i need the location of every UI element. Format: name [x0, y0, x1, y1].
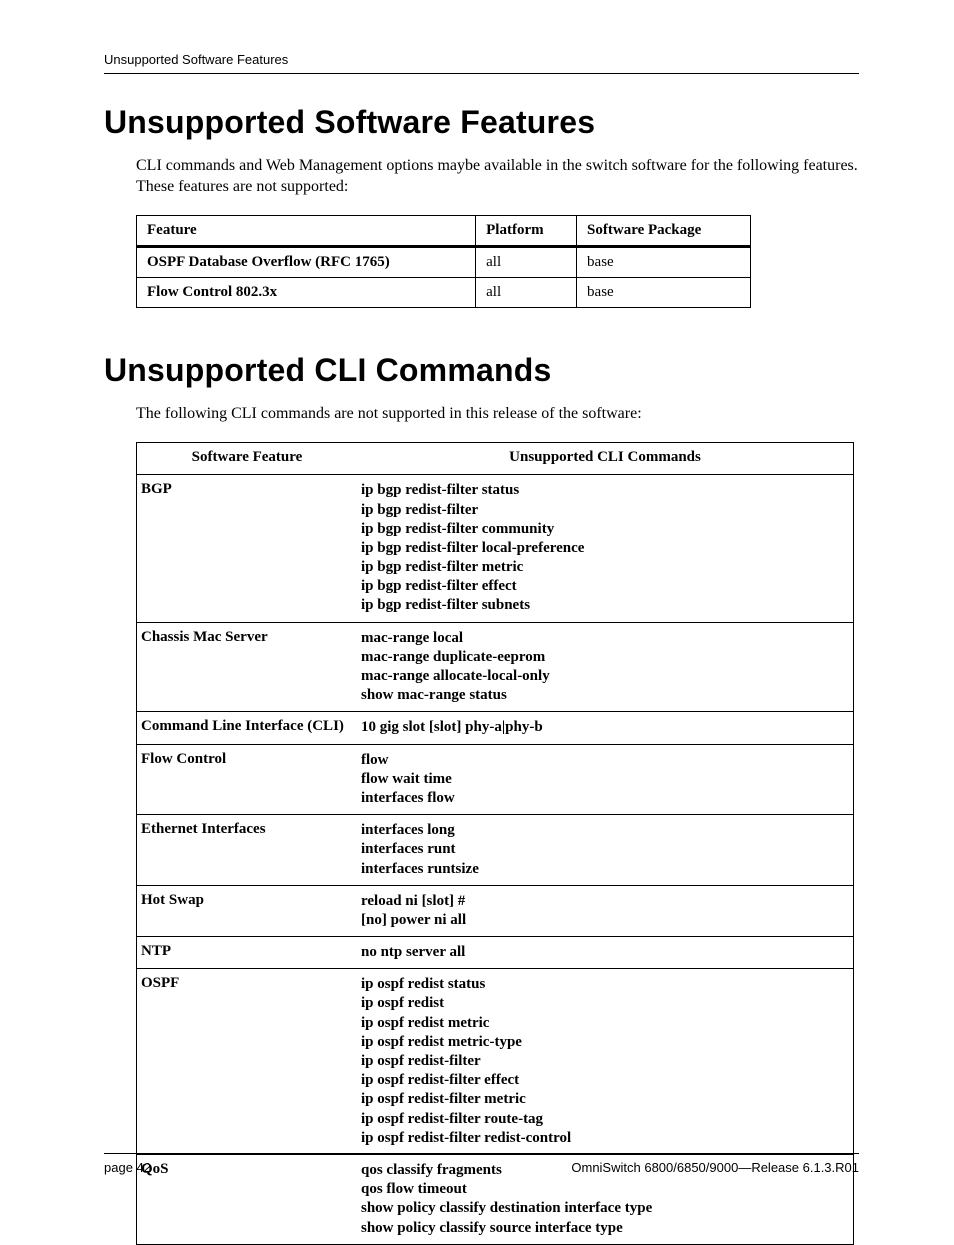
cli-command: 10 gig slot [slot] phy-a|phy-b	[361, 718, 849, 737]
cell-package: base	[577, 278, 751, 308]
cell-software-feature: BGP	[137, 475, 357, 622]
cli-command: interfaces flow	[361, 789, 849, 808]
table-row: Ethernet Interfacesinterfaces longinterf…	[137, 815, 853, 886]
table-header-row: Feature Platform Software Package	[137, 216, 751, 247]
cli-command: show policy classify destination interfa…	[361, 1199, 849, 1218]
table-row: Flow Control 802.3x all base	[137, 278, 751, 308]
cli-command: ip ospf redist-filter route-tag	[361, 1110, 849, 1129]
th-feature: Feature	[137, 216, 476, 247]
cell-cli-commands: 10 gig slot [slot] phy-a|phy-b	[357, 712, 853, 744]
cell-package: base	[577, 247, 751, 278]
features-table: Feature Platform Software Package OSPF D…	[136, 215, 751, 308]
header-rule	[104, 73, 859, 74]
section2-title: Unsupported CLI Commands	[104, 352, 859, 389]
cli-command: ip bgp redist-filter	[361, 501, 849, 520]
table-header-row: Software Feature Unsupported CLI Command…	[137, 443, 853, 475]
table-row: BGPip bgp redist-filter statusip bgp red…	[137, 475, 853, 622]
cli-command: mac-range allocate-local-only	[361, 667, 849, 686]
cli-command: ip ospf redist-filter effect	[361, 1071, 849, 1090]
th-package: Software Package	[577, 216, 751, 247]
cell-cli-commands: mac-range localmac-range duplicate-eepro…	[357, 622, 853, 712]
table-row: Chassis Mac Servermac-range localmac-ran…	[137, 622, 853, 712]
table-row: Hot Swapreload ni [slot] #[no] power ni …	[137, 885, 853, 936]
cli-command: ip bgp redist-filter subnets	[361, 596, 849, 615]
cli-command: ip ospf redist metric-type	[361, 1033, 849, 1052]
cli-command: ip ospf redist-filter redist-control	[361, 1129, 849, 1148]
table-row: OSPFip ospf redist statusip ospf redisti…	[137, 969, 853, 1155]
footer-rule	[104, 1153, 859, 1154]
cli-command: interfaces long	[361, 821, 849, 840]
cell-feature: Flow Control 802.3x	[137, 278, 476, 308]
cell-software-feature: Command Line Interface (CLI)	[137, 712, 357, 744]
cell-cli-commands: no ntp server all	[357, 937, 853, 969]
table-row: Flow Controlflowflow wait timeinterfaces…	[137, 744, 853, 815]
cell-cli-commands: flowflow wait timeinterfaces flow	[357, 744, 853, 815]
cell-cli-commands: reload ni [slot] #[no] power ni all	[357, 885, 853, 936]
cli-command: qos flow timeout	[361, 1180, 849, 1199]
page-footer: page 42 OmniSwitch 6800/6850/9000—Releas…	[104, 1153, 859, 1175]
page: Unsupported Software Features Unsupporte…	[0, 0, 954, 1235]
cli-command: no ntp server all	[361, 943, 849, 962]
cli-command: flow	[361, 751, 849, 770]
section1-title: Unsupported Software Features	[104, 104, 859, 141]
cell-cli-commands: ip ospf redist statusip ospf redistip os…	[357, 969, 853, 1155]
cli-command: interfaces runtsize	[361, 860, 849, 879]
cli-command: ip ospf redist-filter metric	[361, 1090, 849, 1109]
cell-cli-commands: interfaces longinterfaces runtinterfaces…	[357, 815, 853, 886]
cell-software-feature: OSPF	[137, 969, 357, 1155]
cli-command: ip bgp redist-filter local-preference	[361, 539, 849, 558]
footer-product-release: OmniSwitch 6800/6850/9000—Release 6.1.3.…	[571, 1160, 859, 1175]
cli-command: reload ni [slot] #	[361, 892, 849, 911]
cli-command: ip bgp redist-filter metric	[361, 558, 849, 577]
cell-feature: OSPF Database Overflow (RFC 1765)	[137, 247, 476, 278]
cli-table-wrap: Software Feature Unsupported CLI Command…	[136, 442, 854, 1244]
cli-command: mac-range local	[361, 629, 849, 648]
cell-platform: all	[476, 278, 577, 308]
th-unsupported-cmds: Unsupported CLI Commands	[357, 443, 853, 475]
footer-row: page 42 OmniSwitch 6800/6850/9000—Releas…	[104, 1160, 859, 1175]
running-head: Unsupported Software Features	[104, 52, 859, 67]
section2-intro: The following CLI commands are not suppo…	[136, 403, 859, 424]
cell-cli-commands: ip bgp redist-filter statusip bgp redist…	[357, 475, 853, 622]
cli-command: ip bgp redist-filter status	[361, 481, 849, 500]
cell-software-feature: Hot Swap	[137, 885, 357, 936]
cell-platform: all	[476, 247, 577, 278]
cli-command: ip bgp redist-filter community	[361, 520, 849, 539]
cli-command: ip ospf redist-filter	[361, 1052, 849, 1071]
cli-command: interfaces runt	[361, 840, 849, 859]
footer-page-number: page 42	[104, 1160, 151, 1175]
cell-software-feature: NTP	[137, 937, 357, 969]
table-row: NTPno ntp server all	[137, 937, 853, 969]
cli-command: ip ospf redist status	[361, 975, 849, 994]
cell-software-feature: Chassis Mac Server	[137, 622, 357, 712]
cli-command: [no] power ni all	[361, 911, 849, 930]
table-row: Command Line Interface (CLI)10 gig slot …	[137, 712, 853, 744]
th-platform: Platform	[476, 216, 577, 247]
cli-command: ip ospf redist	[361, 994, 849, 1013]
cli-command: flow wait time	[361, 770, 849, 789]
th-software-feature: Software Feature	[137, 443, 357, 475]
table-row: OSPF Database Overflow (RFC 1765) all ba…	[137, 247, 751, 278]
cli-command: show mac-range status	[361, 686, 849, 705]
cli-table: Software Feature Unsupported CLI Command…	[137, 443, 853, 1243]
cli-command: mac-range duplicate-eeprom	[361, 648, 849, 667]
cell-software-feature: Ethernet Interfaces	[137, 815, 357, 886]
cell-software-feature: Flow Control	[137, 744, 357, 815]
cli-command: ip ospf redist metric	[361, 1014, 849, 1033]
cli-command: ip bgp redist-filter effect	[361, 577, 849, 596]
section2: Unsupported CLI Commands The following C…	[104, 352, 859, 1244]
section1-intro: CLI commands and Web Management options …	[136, 155, 859, 197]
